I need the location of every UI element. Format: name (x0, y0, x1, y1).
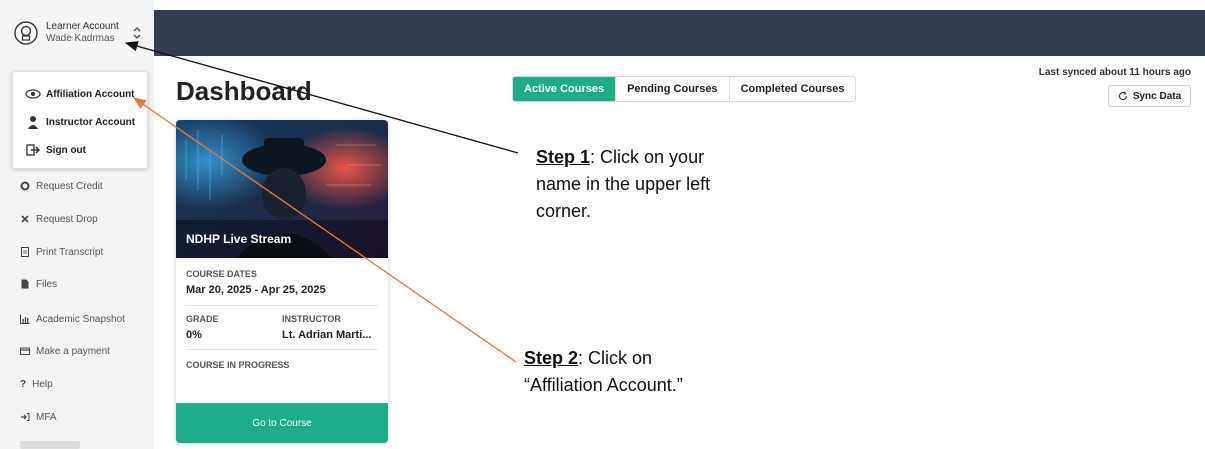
file-icon (21, 279, 29, 289)
tab-active-courses[interactable]: Active Courses (513, 77, 617, 101)
account-switcher[interactable]: Learner Account Wade Kadrmas (10, 12, 148, 54)
sidebar-item-label: Make a payment (36, 345, 110, 357)
circle-icon (20, 181, 30, 191)
step-2-annotation: Step 2: Click on “Affiliation Account.” (524, 345, 694, 399)
account-role: Learner Account (46, 21, 119, 32)
card-icon (20, 347, 30, 355)
tab-completed-courses[interactable]: Completed Courses (729, 77, 856, 101)
sidebar: Learner Account Wade Kadrmas Affiliation… (0, 0, 154, 449)
refresh-icon (1118, 91, 1127, 101)
menu-item-instructor-account[interactable]: Instructor Account (25, 112, 135, 132)
page-title: Dashboard (176, 76, 312, 106)
sidebar-item-request-credit[interactable]: Request Credit (20, 178, 103, 194)
account-dropdown-menu: Affiliation Account Instructor Account S… (12, 71, 148, 169)
question-icon: ? (20, 378, 27, 390)
sidebar-item-label: MFA (36, 411, 57, 423)
sidebar-item-label: Request Drop (36, 213, 98, 225)
chevron-up-down-icon (133, 27, 141, 39)
account-avatar-icon (14, 21, 38, 45)
course-status: COURSE IN PROGRESS (186, 360, 290, 370)
step-1-heading: Step 1 (536, 147, 591, 167)
sidebar-item-label: Files (36, 278, 58, 290)
divider (186, 305, 378, 306)
sidebar-item-mfa[interactable]: MFA (20, 409, 57, 425)
grade-value: 0% (186, 329, 202, 341)
step-2-heading: Step 2 (524, 348, 579, 368)
last-synced-text: Last synced about 11 hours ago (1038, 67, 1191, 78)
sidebar-item-files[interactable]: Files (20, 276, 57, 292)
sign-out-icon (26, 144, 41, 156)
menu-item-affiliation-account[interactable]: Affiliation Account (25, 84, 135, 104)
course-card: NDHP Live Stream COURSE DATES Mar 20, 20… (176, 120, 388, 443)
menu-item-sign-out[interactable]: Sign out (25, 140, 86, 160)
affiliation-icon (25, 89, 41, 99)
sidebar-item-label: Request Credit (36, 180, 103, 192)
sidebar-item-help[interactable]: ? Help (20, 376, 53, 392)
key-icon (21, 413, 30, 421)
menu-item-label: Affiliation Account (46, 88, 135, 100)
sidebar-item-cutoff (20, 441, 80, 449)
course-dates-label: COURSE DATES (186, 269, 257, 279)
x-icon (21, 215, 29, 223)
sync-data-button[interactable]: Sync Data (1108, 85, 1191, 107)
menu-item-label: Sign out (46, 144, 86, 156)
sidebar-item-label: Academic Snapshot (36, 313, 125, 325)
divider (186, 349, 378, 350)
tab-pending-courses[interactable]: Pending Courses (616, 77, 730, 101)
account-name: Wade Kadrmas (46, 33, 115, 44)
instructor-label: INSTRUCTOR (282, 314, 341, 324)
sync-data-label: Sync Data (1132, 90, 1182, 102)
sidebar-item-print-transcript[interactable]: Print Transcript (20, 244, 103, 260)
course-image[interactable]: NDHP Live Stream (176, 120, 388, 258)
instructor-value: Lt. Adrian Marti... (282, 329, 372, 341)
sidebar-item-label: Help (32, 378, 53, 390)
go-to-course-button[interactable]: Go to Course (176, 403, 388, 443)
course-image-title: NDHP Live Stream (186, 232, 292, 246)
sidebar-item-request-drop[interactable]: Request Drop (20, 211, 98, 227)
menu-item-label: Instructor Account (46, 116, 136, 128)
document-icon (21, 247, 29, 257)
top-bar (154, 10, 1205, 56)
sidebar-item-label: Print Transcript (36, 246, 104, 258)
chart-icon (20, 314, 30, 324)
course-tabs: Active Courses Pending Courses Completed… (512, 76, 857, 102)
sidebar-item-make-a-payment[interactable]: Make a payment (20, 343, 110, 359)
grade-label: GRADE (186, 314, 219, 324)
sidebar-item-academic-snapshot[interactable]: Academic Snapshot (20, 311, 125, 327)
course-dates-value: Mar 20, 2025 - Apr 25, 2025 (186, 284, 326, 296)
instructor-icon (28, 116, 38, 129)
step-1-annotation: Step 1: Click on your name in the upper … (536, 144, 726, 225)
